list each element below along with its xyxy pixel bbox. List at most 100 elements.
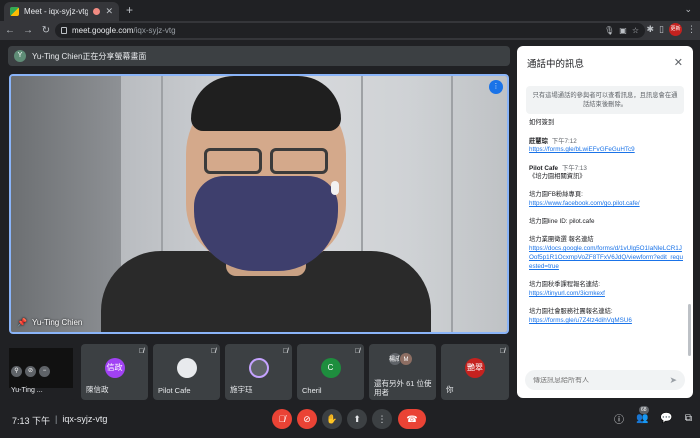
chat-message: 培力園秋季課程報名連結: bbox=[529, 281, 601, 288]
chat-input-box[interactable]: ➤ bbox=[525, 370, 685, 390]
side-panel-controls: ⓘ 👥 68 💬 ⧉ bbox=[614, 406, 692, 426]
participant-strip: ⚲ ⊘ − Yu-Ting ... 🎙̸ 信政 陳信政 🎙̸ Pilot Caf… bbox=[7, 344, 511, 400]
mic-off-icon: 🎙̸ bbox=[138, 348, 144, 355]
others-count-label: 還有另外 61 位使用者 bbox=[374, 379, 432, 397]
remove-icon[interactable]: − bbox=[39, 366, 50, 377]
participant-name: 施宇珏 bbox=[230, 385, 253, 394]
message-link[interactable]: https://www.facebook.com/go.pilot.cafe/ bbox=[529, 199, 683, 208]
profile-avatar[interactable]: 更新 bbox=[669, 23, 682, 36]
tab-close-icon[interactable]: ✕ bbox=[105, 7, 113, 16]
more-options-button[interactable]: ⋮ bbox=[372, 409, 392, 429]
meeting-info: 7:13 下午 | iqx-syjz-vtg bbox=[12, 414, 107, 427]
chat-icon[interactable]: 💬 bbox=[660, 413, 672, 424]
toolbar-right: ✱ ▯ 更新 ⋮ bbox=[647, 23, 696, 36]
participant-tile[interactable]: 🎙̸ Pilot Cafe bbox=[153, 344, 220, 400]
extensions-icon[interactable]: ✱ bbox=[647, 24, 655, 35]
sidebar-icon[interactable]: ▯ bbox=[659, 24, 664, 35]
self-tile-name: Yu-Ting ... bbox=[11, 387, 43, 394]
reload-icon[interactable]: ↻ bbox=[38, 25, 54, 36]
message-sender: 莊慧琮 下午7:12 bbox=[529, 138, 577, 145]
chat-notice: 只有這場通話的參與者可以查看訊息，且訊息會在通話結束後刪除。 bbox=[526, 86, 684, 114]
raise-hand-button[interactable]: ✋ bbox=[322, 409, 342, 429]
main-video-label: 📌 Yu-Ting Chien bbox=[17, 318, 82, 327]
speaking-indicator-icon: ⋮ bbox=[489, 80, 503, 94]
participant-tile[interactable]: 🎙̸ C Cheril bbox=[297, 344, 364, 400]
meeting-control-bar: 7:13 下午 | iqx-syjz-vtg 🎙̸ ⊘ ✋ ⬆ ⋮ ☎ ⓘ 👥 6… bbox=[0, 404, 700, 438]
send-icon[interactable]: ➤ bbox=[669, 375, 677, 386]
others-avatars: 楊成 M bbox=[388, 352, 413, 366]
person-mask bbox=[194, 176, 338, 271]
person-earbud bbox=[331, 181, 339, 195]
participant-avatar bbox=[248, 358, 269, 378]
activities-icon[interactable]: ⧉ bbox=[685, 413, 692, 424]
meet-favicon-icon bbox=[10, 7, 19, 16]
chat-scrollbar[interactable] bbox=[688, 304, 691, 356]
message-link[interactable]: https://forms.gle/bLwiEFvGFeGuHTc9 bbox=[529, 145, 683, 154]
tab-title: Meet - iqx-syjz-vtg bbox=[24, 7, 89, 16]
participant-name: Pilot Cafe bbox=[158, 386, 191, 395]
meeting-code: iqx-syjz-vtg bbox=[62, 414, 108, 424]
participant-tile[interactable]: 🎙̸ 信政 陳信政 bbox=[81, 344, 148, 400]
chat-messages[interactable]: 如何簽到 莊慧琮 下午7:12 https://forms.gle/bLwiEFv… bbox=[529, 118, 683, 364]
message-link[interactable]: https://docs.google.com/forms/d/1vUlg5O1… bbox=[529, 244, 683, 271]
camera-permission-icon[interactable]: ▣ bbox=[619, 26, 627, 35]
pin-icon[interactable]: ⚲ bbox=[11, 366, 22, 377]
browser-toolbar: ← → ↻ meet.google.com/iqx-syjz-vtg 🎙 ▣ ☆… bbox=[0, 21, 700, 40]
browser-menu-icon[interactable]: ⋮ bbox=[687, 24, 696, 35]
bookmark-star-icon[interactable]: ☆ bbox=[632, 26, 639, 35]
end-call-button[interactable]: ☎ bbox=[398, 409, 426, 429]
chat-title: 通話中的訊息 bbox=[527, 59, 585, 70]
tab-search-icon[interactable]: ⌄ bbox=[684, 4, 692, 15]
wall-seam bbox=[451, 76, 453, 332]
mic-off-icon: 🎙̸ bbox=[210, 348, 216, 355]
presenter-avatar: Y bbox=[14, 50, 26, 62]
chat-message: 如何簽到 bbox=[529, 119, 555, 126]
participant-avatar bbox=[176, 358, 197, 378]
screen-share-text: Yu-Ting Chien正在分享螢幕畫面 bbox=[32, 51, 147, 61]
self-preview-tile[interactable]: ⚲ ⊘ − Yu-Ting ... bbox=[7, 344, 75, 400]
mic-off-icon: 🎙̸ bbox=[499, 348, 505, 355]
tab-strip: Meet - iqx-syjz-vtg ✕ + ⌄ bbox=[0, 0, 700, 21]
screen-share-banner: Y Yu-Ting Chien正在分享螢幕畫面 bbox=[8, 46, 510, 66]
self-name: 你 bbox=[446, 385, 454, 394]
chat-message: 《培力園相關資訊》 bbox=[529, 173, 586, 180]
lock-icon[interactable] bbox=[61, 27, 67, 34]
self-tile[interactable]: 🎙̸ 艷翠 你 bbox=[441, 344, 509, 400]
mic-permission-icon[interactable]: 🎙 bbox=[604, 26, 614, 35]
pin-icon[interactable]: 📌 bbox=[17, 318, 27, 327]
address-bar[interactable]: meet.google.com/iqx-syjz-vtg 🎙 ▣ ☆ bbox=[55, 23, 645, 38]
browser-chrome: Meet - iqx-syjz-vtg ✕ + ⌄ ← → ↻ meet.goo… bbox=[0, 0, 700, 40]
camera-toggle-button[interactable]: ⊘ bbox=[297, 409, 317, 429]
forward-icon[interactable]: → bbox=[20, 25, 36, 36]
participant-tile[interactable]: 🎙̸ 施宇珏 bbox=[225, 344, 292, 400]
self-avatar: 艷翠 bbox=[465, 358, 485, 378]
tab-meet[interactable]: Meet - iqx-syjz-vtg ✕ bbox=[4, 2, 119, 21]
present-screen-button[interactable]: ⬆ bbox=[347, 409, 367, 429]
others-tile[interactable]: 楊成 M 還有另外 61 位使用者 bbox=[369, 344, 436, 400]
message-sender: Pilot Cafe 下午7:13 bbox=[529, 165, 587, 172]
back-icon[interactable]: ← bbox=[2, 25, 18, 36]
chat-input[interactable] bbox=[533, 376, 670, 384]
person-glasses bbox=[196, 148, 336, 178]
url-text[interactable]: meet.google.com/iqx-syjz-vtg bbox=[72, 26, 599, 35]
main-video[interactable]: ⋮ 📌 Yu-Ting Chien bbox=[9, 74, 509, 334]
meeting-details-icon[interactable]: ⓘ bbox=[614, 411, 624, 426]
mic-toggle-button[interactable]: 🎙̸ bbox=[272, 409, 292, 429]
mic-off-icon: 🎙̸ bbox=[354, 348, 360, 355]
participant-name: 陳信政 bbox=[86, 385, 109, 394]
people-icon[interactable]: 👥 68 bbox=[636, 406, 649, 424]
chat-panel: 通話中的訊息 ✕ 只有這場通話的參與者可以查看訊息，且訊息會在通話結束後刪除。 … bbox=[517, 46, 693, 398]
person-hair bbox=[191, 76, 341, 131]
close-icon[interactable]: ✕ bbox=[674, 57, 683, 69]
main-video-name: Yu-Ting Chien bbox=[31, 318, 83, 327]
mic-off-icon[interactable]: ⊘ bbox=[25, 366, 36, 377]
new-tab-button[interactable]: + bbox=[126, 4, 133, 16]
message-link[interactable]: https://forms.gle/u7Z4tz4dihVqMSU6 bbox=[529, 316, 683, 325]
chat-message: 培力園社會服務社團報名連結: bbox=[529, 308, 613, 315]
chat-message: 培力園FB粉絲專頁: bbox=[529, 191, 583, 198]
participant-avatar: 信政 bbox=[104, 358, 125, 378]
info-separator: | bbox=[55, 414, 58, 424]
self-tile-controls: ⚲ ⊘ − bbox=[11, 366, 50, 377]
message-link[interactable]: https://tinyurl.com/3icmkexf bbox=[529, 289, 683, 298]
current-time: 7:13 下午 bbox=[12, 416, 51, 426]
